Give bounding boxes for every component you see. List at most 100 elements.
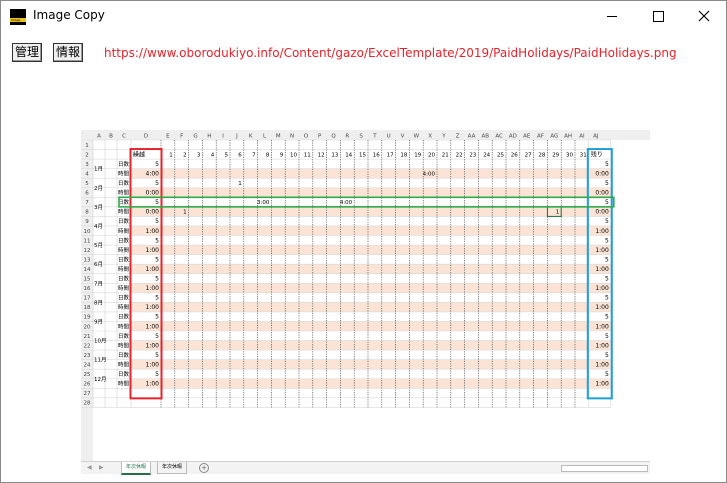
column-letter: U bbox=[387, 134, 391, 140]
carry-value: 1:00 bbox=[146, 304, 160, 311]
row-highlight-box bbox=[118, 196, 615, 208]
remain-value: 1:00 bbox=[595, 228, 609, 235]
maximize-button[interactable] bbox=[635, 1, 681, 31]
row-number: 17 bbox=[84, 296, 91, 302]
horizontal-scrollbar[interactable] bbox=[561, 465, 648, 472]
row-number: 3 bbox=[85, 162, 89, 168]
carry-value: 4:00 bbox=[146, 170, 160, 177]
column-letter: O bbox=[304, 134, 309, 140]
day-number: 20 bbox=[428, 152, 435, 158]
kind-label: 時間 bbox=[118, 265, 130, 273]
column-letter: N bbox=[290, 134, 294, 140]
carry-value: 1:00 bbox=[146, 285, 160, 292]
time-row-stripe bbox=[131, 187, 611, 198]
carry-value: 5 bbox=[155, 371, 159, 378]
column-letter: AG bbox=[550, 134, 558, 140]
row-number: 23 bbox=[84, 353, 91, 359]
month-label: 5月 bbox=[94, 242, 103, 249]
kind-label: 日数 bbox=[118, 332, 130, 340]
day-number: 24 bbox=[483, 152, 490, 158]
kind-label: 時間 bbox=[118, 227, 130, 235]
remain-value: 1:00 bbox=[595, 285, 609, 292]
remain-value: 5 bbox=[605, 256, 609, 263]
carry-value: 5 bbox=[155, 295, 159, 302]
spreadsheet-image: A B C D E F G H I J K L M N O P Q R S T U V W X Y Z AA AB AC AD AE AF AG… bbox=[81, 130, 650, 473]
row-number: 28 bbox=[84, 401, 91, 407]
day-number: 19 bbox=[414, 152, 421, 158]
remain-value: 5 bbox=[605, 237, 609, 244]
column-letter: A bbox=[97, 134, 101, 140]
sheet-tab-2[interactable]: 年次休暇 bbox=[157, 462, 188, 474]
month-label: 11月 bbox=[94, 357, 107, 364]
carry-value: 5 bbox=[155, 333, 159, 340]
carry-header: 繰越 bbox=[133, 150, 145, 158]
minimize-button[interactable] bbox=[589, 1, 635, 31]
carry-value: 5 bbox=[155, 256, 159, 263]
row-number: 26 bbox=[84, 382, 91, 388]
day-number: 5 bbox=[225, 152, 229, 158]
time-row-stripe bbox=[131, 245, 611, 255]
row-number: 14 bbox=[84, 267, 91, 273]
tab-nav-left-icon[interactable]: ◀ bbox=[87, 462, 92, 473]
remain-value: 5 bbox=[605, 371, 609, 378]
tab-nav-right-icon[interactable]: ▶ bbox=[99, 462, 104, 473]
kind-label: 時間 bbox=[118, 322, 130, 330]
day-number: 10 bbox=[290, 152, 297, 158]
column-letter: B bbox=[109, 134, 113, 140]
carry-value: 1:00 bbox=[146, 266, 160, 273]
row-number: 6 bbox=[85, 191, 89, 197]
row-number: 18 bbox=[84, 305, 91, 311]
month-label: 4月 bbox=[94, 223, 103, 230]
day-number: 28 bbox=[538, 152, 545, 158]
remain-value: 0:00 bbox=[595, 209, 609, 216]
row-number: 1 bbox=[85, 143, 89, 149]
kind-label: 時間 bbox=[118, 284, 130, 292]
app-icon-text: Image bbox=[11, 18, 21, 22]
carry-value: 5 bbox=[155, 218, 159, 225]
column-letter: J bbox=[235, 134, 238, 140]
cell-value: 1 bbox=[238, 181, 242, 187]
day-number: 4 bbox=[211, 152, 215, 158]
column-letter: AE bbox=[523, 134, 531, 140]
month-label: 1月 bbox=[94, 166, 103, 173]
month-label: 7月 bbox=[94, 280, 103, 287]
day-number: 30 bbox=[566, 152, 573, 158]
remain-value: 0:00 bbox=[595, 170, 609, 177]
kind-label: 日数 bbox=[118, 179, 130, 187]
image-url[interactable]: https://www.oborodukiyo.info/Content/gaz… bbox=[104, 46, 677, 60]
time-row-stripe bbox=[131, 283, 611, 293]
remain-value: 1:00 bbox=[595, 247, 609, 254]
month-label: 8月 bbox=[94, 299, 103, 306]
add-sheet-icon[interactable]: + bbox=[199, 463, 209, 473]
close-button[interactable] bbox=[681, 1, 727, 31]
sheet-tab-1[interactable]: 年次休暇 bbox=[121, 462, 152, 475]
column-letter: AH bbox=[564, 134, 572, 140]
day-number: 1 bbox=[169, 152, 173, 158]
remain-value: 5 bbox=[605, 161, 609, 168]
manage-button[interactable]: 管理 bbox=[12, 43, 43, 62]
info-button[interactable]: 情報 bbox=[53, 43, 84, 62]
kind-label: 時間 bbox=[118, 303, 130, 311]
column-letter: T bbox=[372, 134, 377, 140]
time-row-stripe bbox=[131, 359, 611, 370]
kind-label: 日数 bbox=[118, 351, 130, 359]
day-number: 16 bbox=[373, 152, 380, 158]
cell-value: 3:00 bbox=[257, 200, 270, 206]
carry-value: 5 bbox=[155, 161, 159, 168]
carry-value: 1:00 bbox=[146, 361, 160, 368]
kind-label: 時間 bbox=[118, 208, 130, 216]
kind-label: 日数 bbox=[118, 255, 130, 263]
day-number: 25 bbox=[497, 152, 504, 158]
column-letter: AA bbox=[468, 134, 476, 140]
column-letter: D bbox=[144, 134, 148, 140]
row-number: 24 bbox=[84, 362, 91, 368]
kind-label: 日数 bbox=[118, 313, 130, 321]
carry-value: 0:00 bbox=[146, 190, 160, 197]
title-bar[interactable]: Image Image Copy bbox=[1, 1, 726, 31]
day-number: 13 bbox=[331, 152, 338, 158]
kind-label: 日数 bbox=[118, 160, 130, 168]
day-number: 8 bbox=[266, 152, 270, 158]
kind-label: 日数 bbox=[118, 217, 130, 225]
remain-value: 5 bbox=[605, 276, 609, 283]
time-row-stripe bbox=[131, 168, 611, 179]
